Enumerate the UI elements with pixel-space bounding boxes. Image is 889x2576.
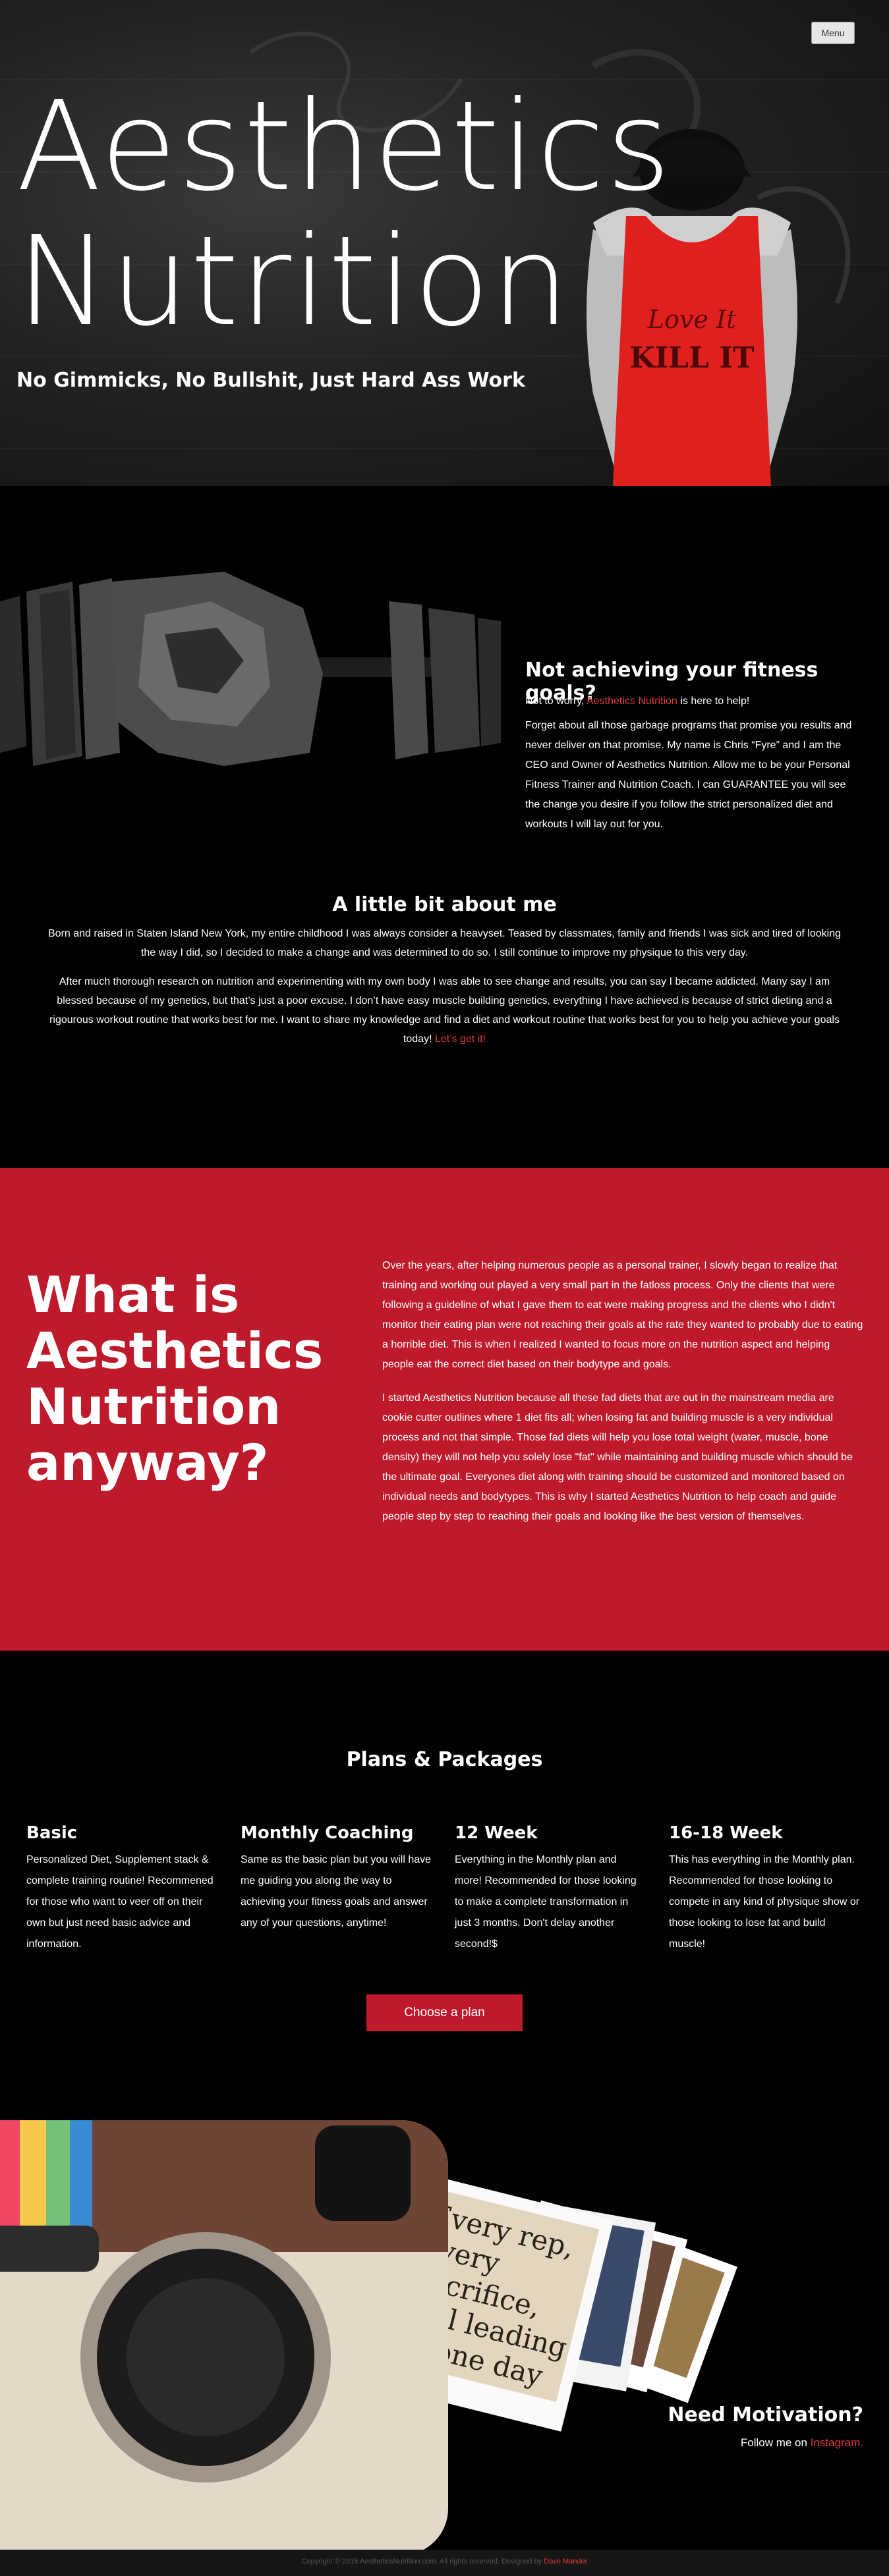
intro-text-1: Not to worry, Aesthetics Nutrition is he… [525,696,750,707]
plan-description: Everything in the Monthly plan and more!… [455,1854,637,1950]
title-line-1: Aesthetics [16,74,672,219]
intro-section: Not achieving your fitness goals? Not to… [0,486,889,1168]
hero-tagline: No Gimmicks, No Bullshit, Just Hard Ass … [16,369,525,392]
follow-text: Follow me on Instagram. [740,2436,863,2449]
plans-section: Plans & Packages Basic Personalized Diet… [0,1651,889,2120]
about-text-2: After much thorough research on nutritio… [49,976,840,1045]
footer: Copyright © 2015 AestheticsNutrition.com… [0,2550,889,2576]
plan-basic: Basic Personalized Diet, Supplement stac… [26,1823,217,1955]
designer-link[interactable]: Dave Mander [544,2558,587,2565]
hero-section: Love It KILL IT Menu Aesthetics Nutritio… [0,0,889,486]
plans-heading: Plans & Packages [346,1748,543,1771]
instagram-camera-image: Every rep, every sacrifice, will leading… [0,2120,737,2550]
plan-title: 12 Week [455,1823,538,1843]
what-is-heading: What is Aesthetics Nutrition anyway? [26,1265,324,1492]
plan-description: Same as the basic plan but you will have… [241,1854,432,1929]
plan-title: Basic [26,1823,78,1843]
what-is-text-2: I started Aesthetics Nutrition because a… [382,1392,853,1522]
what-is-section: What is Aesthetics Nutrition anyway? Ove… [0,1168,889,1651]
dumbbell-fist-image [0,572,501,766]
plan-title: 16-18 Week [669,1823,783,1843]
about-heading: A little bit about me [332,893,557,916]
aesthetics-nutrition-link[interactable]: Aesthetics Nutrition [587,696,677,707]
plan-description: Personalized Diet, Supplement stack & co… [26,1854,214,1950]
intro-text-2: Forget about all those garbage programs … [525,720,852,830]
plan-description: This has everything in the Monthly plan.… [669,1854,860,1950]
need-motivation-heading: Need Motivation? [668,2403,863,2426]
site-title: Aesthetics Nutrition [16,79,672,349]
menu-button[interactable]: Menu [811,22,855,44]
instagram-section: Every rep, every sacrifice, will leading… [0,2120,889,2550]
copyright-text: Copyright © 2015 AestheticsNutrition.com… [301,2558,588,2565]
choose-plan-button[interactable]: Choose a plan [366,1994,523,2031]
what-is-text-1: Over the years, after helping numerous p… [382,1260,863,1370]
plan-monthly-coaching: Monthly Coaching Same as the basic plan … [241,1823,432,1934]
plan-12-week: 12 Week Everything in the Monthly plan a… [455,1823,646,1955]
lets-get-it-link[interactable]: Let’s get it! [435,1033,486,1045]
instagram-link[interactable]: Instagram. [811,2436,863,2449]
about-text-1: Born and raised in Staten Island New Yor… [48,928,841,958]
plan-title: Monthly Coaching [241,1823,414,1843]
plan-16-18-week: 16-18 Week This has everything in the Mo… [669,1823,860,1955]
title-line-2: Nutrition [16,209,571,354]
